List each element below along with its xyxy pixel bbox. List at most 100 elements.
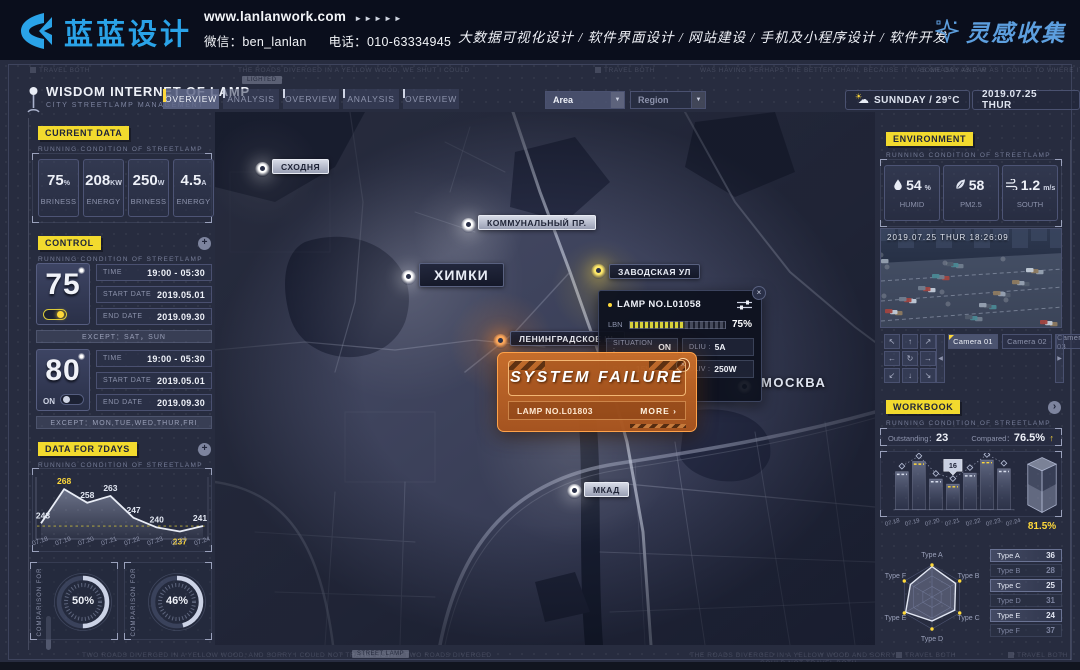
comparison-gauge-1: COMPARISON FOR 50%	[30, 562, 118, 640]
wechat-label: 微信：ben_lanlan	[204, 35, 307, 49]
type-row-e[interactable]: Type E24	[990, 609, 1062, 622]
bottom-bar	[0, 662, 1080, 670]
stat-cell-energy-kw: 208KW ENERGY	[83, 159, 124, 217]
tab-overview-2[interactable]: OVERVIEW	[283, 89, 339, 109]
except-bar-2: EXCEPT：MON,TUE,WED,THUR,FRI	[36, 416, 212, 429]
svg-text:247: 247	[126, 505, 140, 515]
tab-overview-1[interactable]: OVERVIEW	[163, 89, 219, 109]
pan-up-button[interactable]: ↑	[902, 334, 918, 349]
tab-analysis-1[interactable]: ANALYSIS	[223, 89, 279, 109]
lamp-pin-kommunalny[interactable]	[461, 218, 476, 233]
lamp-pin-skhodnya[interactable]	[255, 162, 270, 177]
camera-list-prev-button[interactable]: ◀	[936, 334, 945, 383]
hazard-stripe	[649, 361, 686, 370]
gauge-label: COMPARISON FOR	[37, 567, 43, 637]
environment-subtitle: RUNNING CONDITION OF STREETLAMP	[886, 152, 1051, 159]
svg-text:240: 240	[150, 514, 164, 524]
inspiration-collect[interactable]: 灵感收集	[935, 14, 1066, 48]
type-radar-chart: Type AType BType CType DType EType F	[880, 545, 984, 649]
weather-text: SUNNDAY / 29°C	[874, 95, 960, 106]
camera-feed[interactable]: 2019.07.25 THUR 18:26:09	[880, 228, 1062, 328]
tab-overview-3[interactable]: OVERVIEW	[403, 89, 459, 109]
lamp-id: LAMP NO.L01058	[617, 299, 732, 310]
camera-01-button[interactable]: Camera 01	[948, 334, 998, 349]
chevron-down-icon: ▼	[610, 92, 624, 108]
add-control-button[interactable]: +	[198, 237, 211, 250]
pan-down-right-button[interactable]: ↘	[920, 368, 936, 383]
camera-list-next-button[interactable]: ▶	[1055, 334, 1064, 383]
reset-view-button[interactable]: ↻	[902, 351, 918, 366]
pan-up-right-button[interactable]: ↗	[920, 334, 936, 349]
wind-icon	[1005, 179, 1018, 190]
svg-text:263: 263	[103, 483, 117, 493]
region-select[interactable]: Region▼	[630, 91, 706, 109]
decor-text: TWO ROADS DIVERGED IN A YELLOW WOOD, AND…	[82, 652, 396, 659]
workbook-tag: WORKBOOK	[886, 400, 960, 414]
decor-text: TRAVEL BOTH	[595, 67, 655, 74]
svg-text:Type E: Type E	[885, 615, 907, 622]
workbook-stats: Outstanding：23 Compared：76.5% ↑	[880, 428, 1062, 446]
env-cell-wind: 1.2m/s SOUTH	[1002, 165, 1058, 221]
alert-title: SYSTEM FAILURE	[510, 369, 684, 387]
phone-label: 电话：010-63334945	[329, 35, 452, 49]
start-date-row: START DATE2019.05.01	[96, 286, 212, 303]
brightness-box-2: 80 ON	[36, 349, 90, 411]
contact-block: www.lanlanwork.com►►►►► 微信：ben_lanlan电话：…	[204, 9, 451, 50]
lbn-label: LBN	[608, 320, 623, 329]
pan-down-left-button[interactable]: ↙	[884, 368, 900, 383]
map-label-kommunalny[interactable]: КОММУНАЛЬНЫЙ ПР.	[478, 215, 596, 230]
expand-week-chart-button[interactable]: +	[198, 443, 211, 456]
workbook-x-label: 07.24	[1005, 518, 1021, 528]
lamp-pin-leningradskoe[interactable]	[493, 334, 508, 349]
cube-icon	[1024, 455, 1060, 515]
pan-right-button[interactable]: →	[920, 351, 936, 366]
map-label-zavodskaya[interactable]: ЗАВОДСКАЯ УЛ	[609, 264, 700, 279]
streetlamp-icon	[26, 86, 41, 113]
left-ruler-line	[28, 118, 29, 650]
city-map[interactable]: СХОДНЯ КОММУНАЛЬНЫЙ ПР. ХИМКИ ЗАВОДСКАЯ …	[215, 112, 875, 645]
area-select[interactable]: Area▼	[545, 91, 625, 109]
close-icon[interactable]: ×	[752, 286, 766, 300]
svg-text:241: 241	[193, 513, 207, 523]
svg-text:243: 243	[36, 510, 50, 520]
date-text: 2019.07.25 THUR	[982, 89, 1070, 111]
gauge-value: 50%	[61, 595, 105, 607]
pan-left-button[interactable]: ←	[884, 351, 900, 366]
droplet-icon	[893, 178, 903, 190]
map-label-khimki[interactable]: ХИМКИ	[419, 263, 504, 287]
map-label-moskva[interactable]: МОСКВА	[753, 375, 834, 390]
workbook-chart-panel: 16	[880, 451, 1062, 517]
alert-lamp-id: LAMP NO.L01803	[517, 406, 593, 416]
type-row-b[interactable]: Type B28	[990, 564, 1062, 577]
hazard-stripe	[630, 424, 686, 428]
workbook-bar-chart: 16	[884, 453, 1024, 517]
type-row-f[interactable]: Type F37	[990, 624, 1062, 637]
type-row-a[interactable]: Type A36	[990, 549, 1062, 562]
website-link[interactable]: www.lanlanwork.com	[204, 9, 346, 24]
lanlan-logo-icon	[14, 9, 58, 53]
svg-text:Type D: Type D	[921, 636, 943, 643]
except-bar-1: EXCEPT：SAT，SUN	[36, 330, 212, 343]
type-row-c[interactable]: Type C25	[990, 579, 1062, 592]
comparison-gauge-2: COMPARISON FOR 46%	[124, 562, 212, 640]
type-row-d[interactable]: Type D31	[990, 594, 1062, 607]
lamp-pin-zavodskaya[interactable]	[591, 264, 606, 279]
map-label-skhodnya[interactable]: СХОДНЯ	[272, 159, 329, 174]
workbook-expand-button[interactable]: ›	[1048, 401, 1061, 414]
tab-analysis-2[interactable]: ANALYSIS	[343, 89, 399, 109]
lbn-value: 75%	[732, 319, 752, 330]
more-button[interactable]: MORE ›	[640, 406, 677, 416]
camera-02-button[interactable]: Camera 02	[1002, 334, 1052, 349]
lamp-pin-khimki[interactable]	[401, 270, 416, 285]
lamp-toggle-1[interactable]	[43, 309, 67, 320]
lamp-toggle-2[interactable]	[60, 394, 84, 405]
weather-widget: ☀☁ SUNNDAY / 29°C	[845, 90, 970, 110]
stat-cell-watt: 250W BRINESS	[128, 159, 169, 217]
gauge-value: 46%	[155, 595, 199, 607]
map-label-mkad[interactable]: МКАД	[584, 482, 629, 497]
pan-up-left-button[interactable]: ↖	[884, 334, 900, 349]
lamp-pin-mkad[interactable]	[567, 484, 582, 499]
date-widget: 2019.07.25 THUR	[972, 90, 1080, 110]
sliders-icon[interactable]	[737, 300, 752, 310]
pan-down-button[interactable]: ↓	[902, 368, 918, 383]
